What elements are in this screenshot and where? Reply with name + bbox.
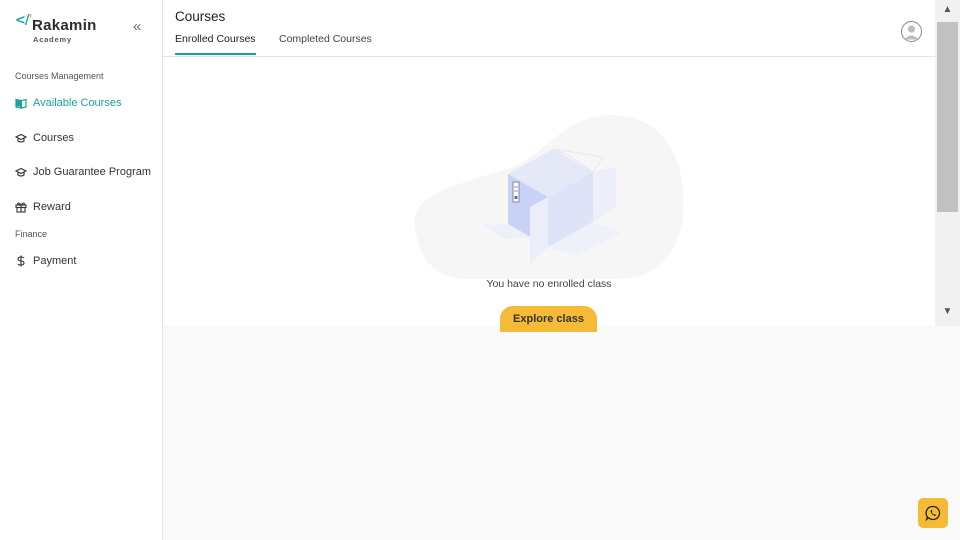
sidebar-item-available-courses[interactable]: Available Courses [15, 94, 121, 112]
user-avatar[interactable] [901, 21, 922, 42]
brand-subtitle: Academy [33, 35, 72, 44]
whatsapp-chat-button[interactable] [918, 498, 948, 528]
brand-name: Rakamin [32, 17, 97, 34]
sidebar-item-label: Payment [33, 255, 77, 267]
scrollbar-thumb[interactable] [937, 22, 958, 212]
whatsapp-icon [925, 505, 941, 521]
page-header: Courses Enrolled Courses Completed Cours… [163, 0, 935, 57]
user-icon [904, 25, 919, 40]
vertical-scrollbar[interactable]: ▲ ▼ [935, 0, 960, 326]
sidebar-item-label: Reward [33, 201, 71, 213]
scroll-up-arrow-icon[interactable]: ▲ [935, 4, 960, 18]
book-open-icon [15, 97, 27, 109]
main-content: You have no enrolled class Explore class [163, 57, 935, 332]
empty-state-message: You have no enrolled class [486, 278, 612, 290]
sidebar-item-reward[interactable]: Reward [15, 198, 71, 216]
graduation-cap-icon [15, 132, 27, 144]
sidebar-item-label: Job Guarantee Program [33, 166, 152, 178]
sidebar-item-courses[interactable]: Courses [15, 129, 74, 147]
section-label-courses-management: Courses Management [15, 71, 104, 81]
dollar-icon [15, 255, 27, 267]
sidebar-item-payment[interactable]: Payment [15, 252, 76, 270]
page-title: Courses [175, 9, 226, 24]
sidebar-item-label: Available Courses [33, 97, 122, 109]
sidebar-item-job-guarantee-program[interactable]: Job Guarantee Program [15, 163, 151, 181]
graduation-cap-icon [15, 166, 27, 178]
section-label-finance: Finance [15, 229, 48, 239]
collapse-sidebar-button[interactable]: « [133, 19, 147, 35]
tab-enrolled-courses[interactable]: Enrolled Courses [175, 33, 256, 55]
gift-icon [15, 201, 27, 213]
scroll-down-arrow-icon[interactable]: ▼ [935, 306, 960, 320]
sidebar: </' Rakamin Academy « Courses Management… [0, 0, 163, 540]
tab-completed-courses[interactable]: Completed Courses [279, 33, 372, 53]
logo-mark-icon: </' [15, 13, 33, 28]
brand-logo[interactable]: </' Rakamin Academy [15, 12, 125, 46]
sidebar-item-label: Courses [33, 132, 74, 144]
explore-class-button[interactable]: Explore class [500, 306, 597, 332]
